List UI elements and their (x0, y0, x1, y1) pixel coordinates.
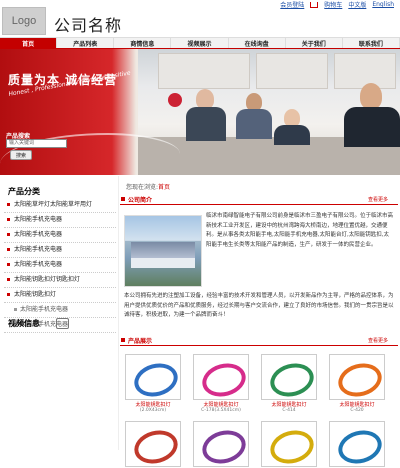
video-camera-icon[interactable] (56, 318, 69, 329)
product-image[interactable] (193, 354, 250, 402)
product-spec: (2.0X43cm) (139, 408, 167, 413)
bullet-icon (7, 233, 10, 236)
category-item[interactable]: 太阳能手机充电器 (4, 258, 116, 273)
category-item[interactable]: 太阳能钥匙扣灯 (4, 288, 116, 303)
category-label: 太阳能手机充电器 (14, 261, 63, 268)
bullet-icon (7, 248, 10, 251)
product-image[interactable] (329, 354, 386, 402)
product-image[interactable] (193, 421, 250, 468)
video-title: 视频信息 (8, 319, 40, 328)
search-input[interactable]: 输入关键词 (6, 139, 67, 148)
breadcrumb: 您现在浏览:首页 (126, 182, 170, 191)
product-card[interactable] (124, 421, 182, 468)
category-item[interactable]: 太阳能手机充电器 (4, 243, 116, 258)
category-label: 太阳能钥匙扣灯钥匙扣灯 (14, 276, 81, 283)
category-label: 太阳能手机充电器 (14, 231, 63, 238)
nav-video[interactable]: 视频展示 (171, 38, 229, 48)
nav-about[interactable]: 关于我们 (286, 38, 343, 48)
factory-image (124, 215, 202, 287)
category-title: 产品分类 (8, 187, 40, 196)
category-subitem[interactable]: 太阳能手机充电器 (4, 303, 116, 318)
company-name: 公司名称 (54, 16, 123, 35)
column-divider (118, 176, 119, 450)
breadcrumb-prefix: 您现在浏览: (126, 184, 159, 191)
top-links: 会员登陆 购物车 中文版 English (280, 0, 394, 9)
category-label: 太阳能草坪灯太阳能草坪用灯 (14, 201, 93, 208)
product-spec: C-414 (282, 408, 296, 413)
product-name[interactable]: 太阳能钥匙扣灯 (260, 401, 318, 408)
intro-section-header: 公司简介 查看更多 (120, 193, 398, 205)
bullet-icon (7, 293, 10, 296)
bullet-icon (14, 308, 17, 311)
search-button[interactable]: 搜索 (10, 150, 32, 160)
products-section-header: 产品展示 查看更多 (120, 334, 398, 346)
bullet-icon (7, 278, 10, 281)
product-card[interactable] (328, 421, 386, 468)
product-image[interactable] (125, 354, 182, 402)
bullet-icon (7, 218, 10, 221)
category-list: 太阳能草坪灯太阳能草坪用灯 太阳能手机充电器 太阳能手机充电器 太阳能手机充电器… (4, 198, 116, 333)
cart-icon (310, 1, 319, 8)
product-image[interactable] (261, 354, 318, 402)
hero-banner: 质量为本 诚信经营 Honest , Professional ,Innovat… (0, 49, 400, 175)
product-card[interactable] (192, 421, 250, 468)
product-card[interactable]: 太阳能钥匙扣灯 C-420 (328, 354, 386, 413)
category-item[interactable]: 太阳能手机充电器 (4, 213, 116, 228)
product-card[interactable] (260, 421, 318, 468)
cart-link[interactable]: 购物车 (324, 0, 342, 9)
intro-more-link[interactable]: 查看更多 (368, 196, 388, 203)
category-label: 太阳能手机充电器 (14, 216, 63, 223)
nav-home[interactable]: 首页 (0, 38, 58, 48)
category-item[interactable]: 太阳能草坪灯太阳能草坪用灯 (4, 198, 116, 213)
product-image[interactable] (261, 421, 318, 468)
member-login-link[interactable]: 会员登陆 (280, 0, 304, 9)
product-spec: C-178(3.5X41cm) (201, 408, 241, 413)
product-name[interactable]: 太阳能钥匙扣灯 (328, 401, 386, 408)
intro-title: 公司简介 (128, 197, 153, 204)
nav-contact[interactable]: 联系我们 (343, 38, 400, 48)
product-card[interactable]: 太阳能钥匙扣灯 (2.0X43cm) (124, 354, 182, 413)
logo[interactable]: Logo (2, 7, 46, 35)
intro-paragraph-1: 临沭市南绿智能电子有限公司前身是临沭市三盈电子有限公司。位于临沭市高新技术工业开… (206, 213, 394, 248)
product-spec: C-420 (350, 408, 364, 413)
products-title: 产品展示 (128, 338, 153, 345)
intro-paragraph-2: 本公司拥有先进的注塑加工设备，经验丰富的技术开发和管理人员，以开发新品作为主导，… (124, 293, 394, 318)
nav-inquiry[interactable]: 在线询盘 (229, 38, 286, 48)
product-image[interactable] (329, 421, 386, 468)
product-name[interactable]: 太阳能钥匙扣灯 (124, 401, 182, 408)
bullet-icon (121, 338, 125, 342)
bullet-icon (7, 203, 10, 206)
products-more-link[interactable]: 查看更多 (368, 337, 388, 344)
product-grid: 太阳能钥匙扣灯 (2.0X43cm) 太阳能钥匙扣灯 C-178(3.5X41c… (124, 354, 394, 468)
product-card[interactable]: 太阳能钥匙扣灯 C-178(3.5X41cm) (192, 354, 250, 413)
product-card[interactable]: 太阳能钥匙扣灯 C-414 (260, 354, 318, 413)
category-label: 太阳能钥匙扣灯 (14, 291, 57, 298)
chinese-link[interactable]: 中文版 (348, 0, 366, 9)
category-label: 太阳能手机充电器 (20, 306, 69, 313)
nav-products[interactable]: 产品列表 (57, 38, 115, 48)
nav-news[interactable]: 商情信息 (114, 38, 172, 48)
product-image[interactable] (125, 421, 182, 468)
breadcrumb-current[interactable]: 首页 (158, 184, 170, 191)
category-item[interactable]: 太阳能钥匙扣灯钥匙扣灯 (4, 273, 116, 288)
product-name[interactable]: 太阳能钥匙扣灯 (192, 401, 250, 408)
bullet-icon (7, 263, 10, 266)
english-link[interactable]: English (372, 1, 394, 8)
bullet-icon (121, 197, 125, 201)
category-label: 太阳能手机充电器 (14, 246, 63, 253)
category-item[interactable]: 太阳能手机充电器 (4, 228, 116, 243)
